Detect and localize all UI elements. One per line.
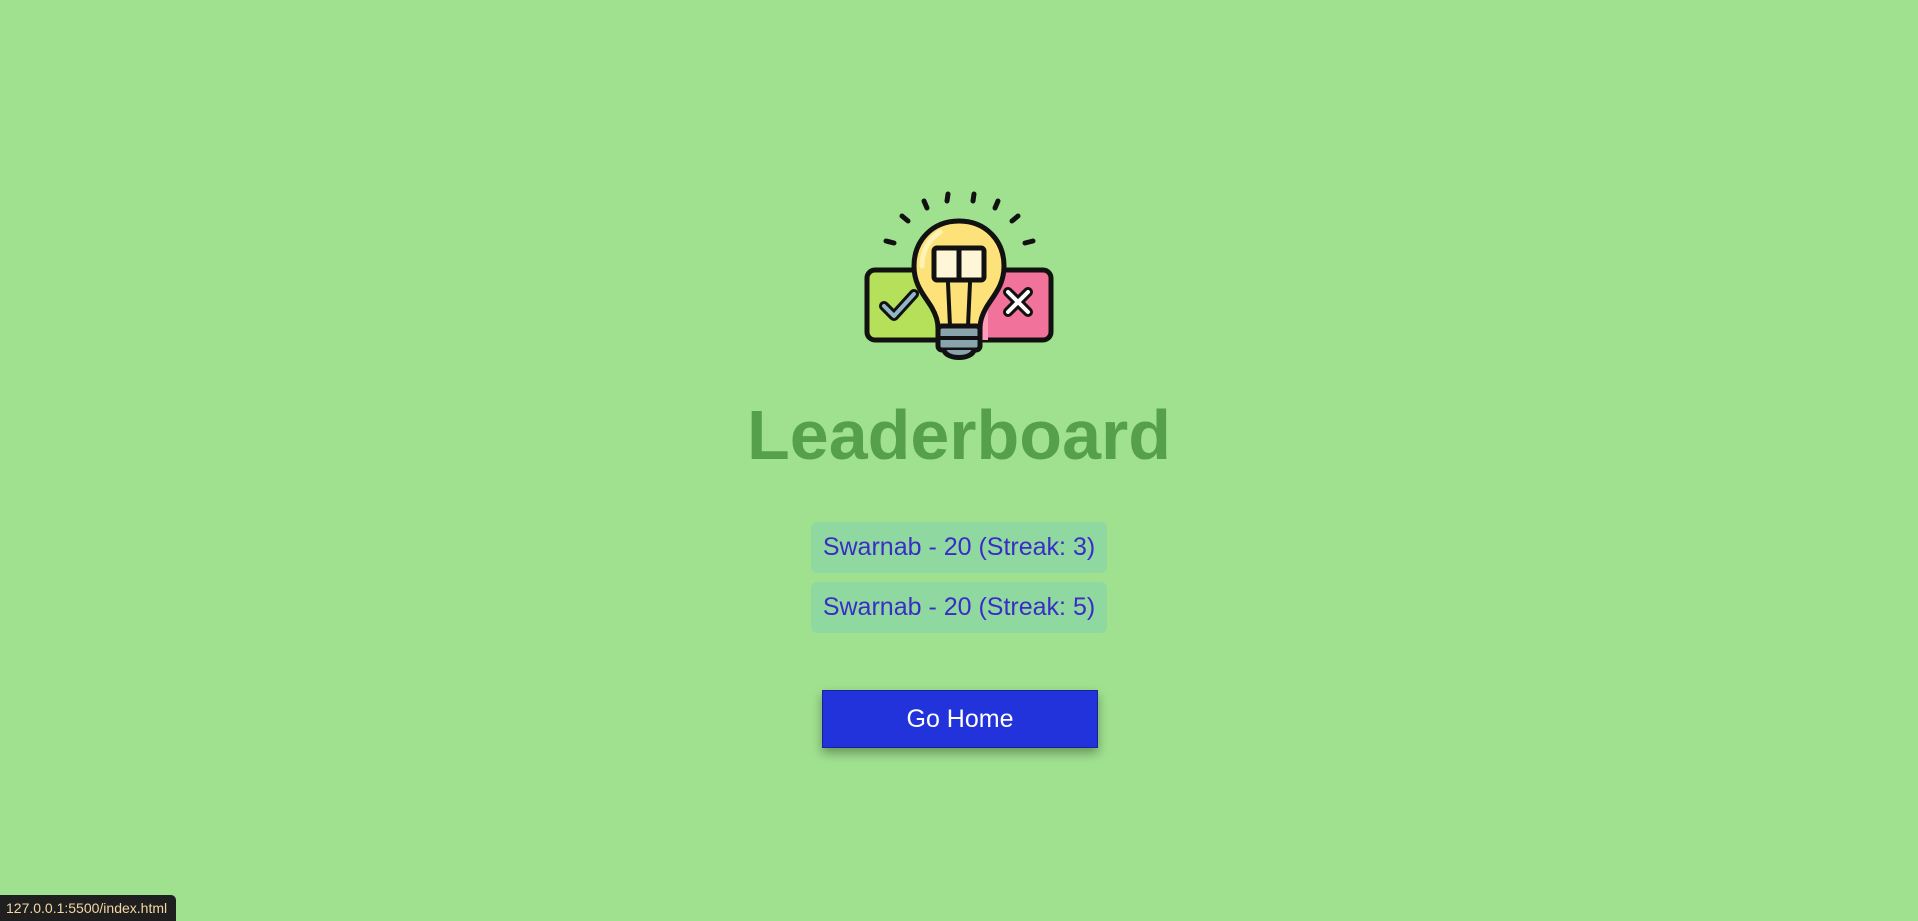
page: Leaderboard Swarnab - 20 (Streak: 3) Swa…	[0, 0, 1918, 921]
leaderboard-entry: Swarnab - 20 (Streak: 5)	[810, 582, 1108, 633]
status-bar-url: 127.0.0.1:5500/index.html	[0, 895, 177, 921]
leaderboard-list: Swarnab - 20 (Streak: 3) Swarnab - 20 (S…	[0, 522, 1918, 633]
lightbulb-quiz-icon	[864, 191, 1054, 360]
leaderboard-entry: Swarnab - 20 (Streak: 3)	[810, 522, 1108, 573]
go-home-button[interactable]: Go Home	[822, 690, 1098, 748]
page-title: Leaderboard	[747, 396, 1171, 474]
